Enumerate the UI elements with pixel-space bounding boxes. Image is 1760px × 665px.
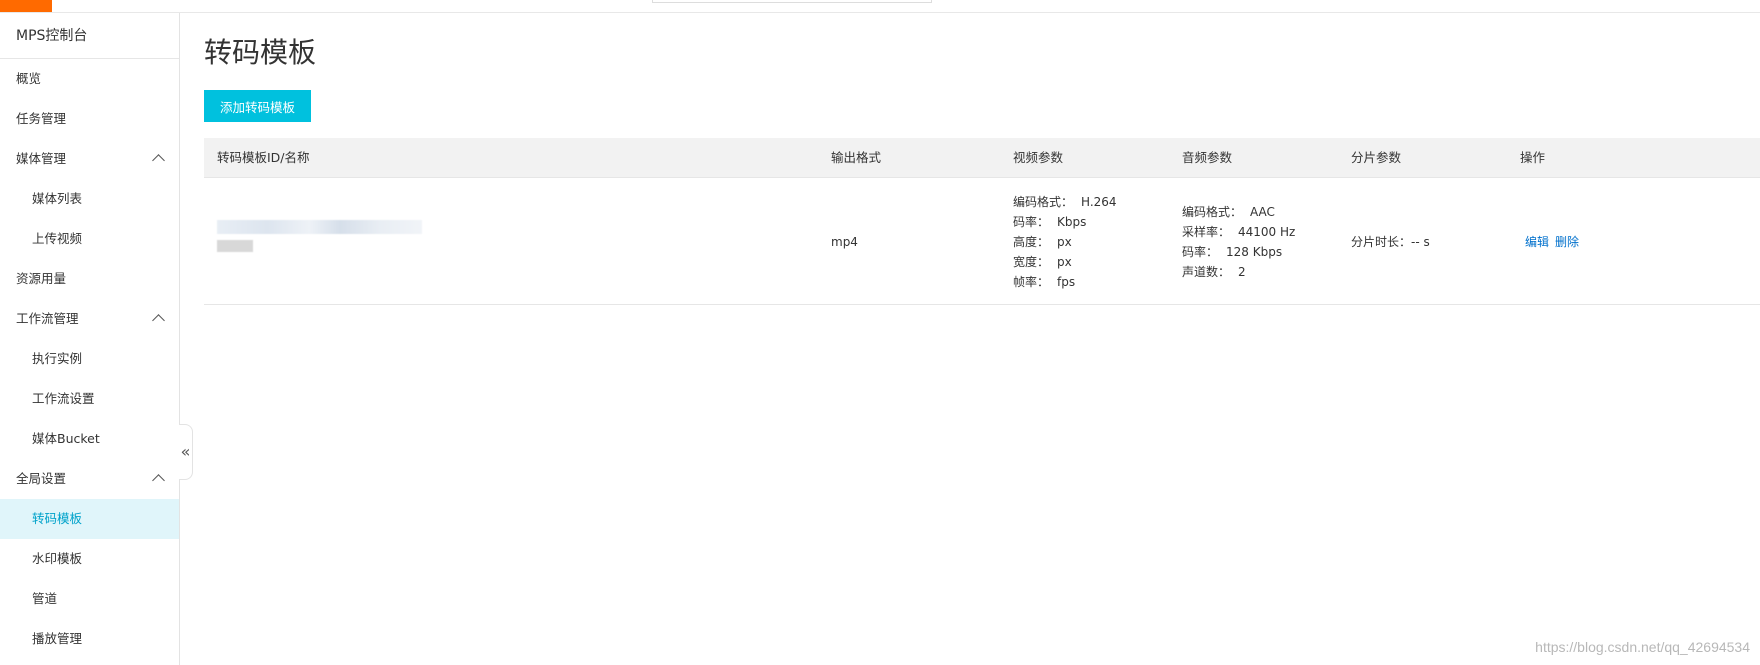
column-header-template-id: 转码模板ID/名称: [217, 150, 310, 165]
sidebar-item-label: 全局设置: [16, 471, 67, 486]
sidebar-item-label: 工作流管理: [16, 311, 79, 326]
sidebar-item-label: 播放管理: [32, 631, 83, 646]
chevron-up-icon: [152, 474, 165, 487]
top-bar: [0, 0, 1760, 13]
chevron-up-icon: [152, 154, 165, 167]
sidebar-item-global-settings[interactable]: 全局设置: [0, 459, 179, 499]
column-header-segment-params: 分片参数: [1351, 150, 1402, 165]
output-format-value: mp4: [831, 235, 858, 249]
param-value: px: [1057, 235, 1072, 249]
audio-param-codec: 编码格式： AAC: [1182, 202, 1295, 222]
param-label: 声道数：: [1182, 265, 1231, 279]
sidebar-item-label: 上传视频: [32, 231, 83, 246]
param-value: Kbps: [1057, 215, 1087, 229]
param-label: 帧率：: [1013, 275, 1050, 289]
segment-params-cell: 分片时长：-- s: [1351, 232, 1430, 252]
param-value: fps: [1057, 275, 1076, 289]
sidebar-item-resource-usage[interactable]: 资源用量: [0, 259, 179, 299]
actions-cell: 编辑 删除: [1525, 232, 1585, 252]
audio-param-samplerate: 采样率： 44100 Hz: [1182, 222, 1295, 242]
sidebar-item-label: 媒体管理: [16, 151, 67, 166]
delete-link[interactable]: 删除: [1555, 235, 1579, 249]
sidebar-item-label: 水印模板: [32, 551, 83, 566]
top-search-input[interactable]: [652, 0, 932, 3]
main-content: 转码模板 添加转码模板 转码模板ID/名称 输出格式 视频参数 音频参数 分片参…: [181, 13, 1760, 665]
sidebar-item-label: 媒体列表: [32, 191, 83, 206]
segment-duration: 分片时长：-- s: [1351, 235, 1430, 249]
param-value: AAC: [1250, 205, 1275, 219]
sidebar-item-playback-management[interactable]: 播放管理: [0, 619, 179, 659]
audio-param-channels: 声道数： 2: [1182, 262, 1295, 282]
video-param-width: 宽度： px: [1013, 252, 1117, 272]
param-value: 44100 Hz: [1238, 225, 1296, 239]
sidebar-item-label: 媒体Bucket: [32, 431, 100, 446]
column-header-output-format: 输出格式: [831, 150, 882, 165]
param-label: 宽度：: [1013, 255, 1050, 269]
sidebar-item-label: 转码模板: [32, 511, 83, 526]
param-label: 采样率：: [1182, 225, 1231, 239]
video-param-height: 高度： px: [1013, 232, 1117, 252]
sidebar-item-label: 执行实例: [32, 351, 83, 366]
sidebar-item-media-management[interactable]: 媒体管理: [0, 139, 179, 179]
sidebar: MPS控制台 概览 任务管理 媒体管理 媒体列表 上传视频 资源用量 工作流管理…: [0, 13, 180, 665]
add-transcode-template-button[interactable]: 添加转码模板: [204, 90, 311, 122]
actions-line: 编辑 删除: [1525, 232, 1585, 252]
sidebar-item-label: 管道: [32, 591, 58, 606]
edit-link[interactable]: 编辑: [1525, 235, 1549, 249]
param-label: 编码格式：: [1182, 205, 1243, 219]
sidebar-item-execution-instances[interactable]: 执行实例: [0, 339, 179, 379]
param-label: 码率：: [1013, 215, 1050, 229]
sidebar-item-label: 工作流设置: [32, 391, 95, 406]
watermark-text: https://blog.csdn.net/qq_42694534: [1535, 639, 1750, 655]
sidebar-item-overview[interactable]: 概览: [0, 59, 179, 99]
param-label: 高度：: [1013, 235, 1050, 249]
param-value: px: [1057, 255, 1072, 269]
transcode-template-table: 转码模板ID/名称 输出格式 视频参数 音频参数 分片参数 操作 mp4 编码格…: [204, 138, 1760, 305]
table-header: 转码模板ID/名称 输出格式 视频参数 音频参数 分片参数 操作: [204, 138, 1760, 178]
sidebar-item-task-management[interactable]: 任务管理: [0, 99, 179, 139]
video-param-codec: 编码格式： H.264: [1013, 192, 1117, 212]
output-format-cell: mp4: [831, 232, 858, 252]
sidebar-title: MPS控制台: [0, 13, 179, 59]
video-params-cell: 编码格式： H.264 码率： Kbps 高度： px 宽度： px 帧率： fps: [1013, 192, 1117, 292]
sidebar-item-label: 任务管理: [16, 111, 67, 126]
sidebar-item-pipelines[interactable]: 管道: [0, 579, 179, 619]
param-value: 128 Kbps: [1226, 245, 1283, 259]
sidebar-item-transcode-templates[interactable]: 转码模板: [0, 499, 179, 539]
sidebar-item-media-bucket[interactable]: 媒体Bucket: [0, 419, 179, 459]
page-title: 转码模板: [204, 36, 317, 69]
audio-params-cell: 编码格式： AAC 采样率： 44100 Hz 码率： 128 Kbps 声道数： 2: [1182, 202, 1295, 282]
audio-param-bitrate: 码率： 128 Kbps: [1182, 242, 1295, 262]
table-row: mp4 编码格式： H.264 码率： Kbps 高度： px 宽度： px 帧率： fp…: [204, 178, 1760, 305]
sidebar-item-workflow-settings[interactable]: 工作流设置: [0, 379, 179, 419]
redacted-template-name: [217, 240, 253, 252]
redacted-template-id: [217, 220, 422, 234]
chevron-up-icon: [152, 314, 165, 327]
param-label: 编码格式：: [1013, 195, 1074, 209]
video-param-framerate: 帧率： fps: [1013, 272, 1117, 292]
param-value: H.264: [1081, 195, 1117, 209]
param-label: 码率：: [1182, 245, 1219, 259]
column-header-actions: 操作: [1520, 150, 1546, 165]
column-header-audio-params: 音频参数: [1182, 150, 1233, 165]
sidebar-item-media-list[interactable]: 媒体列表: [0, 179, 179, 219]
sidebar-item-workflow-management[interactable]: 工作流管理: [0, 299, 179, 339]
video-param-bitrate: 码率： Kbps: [1013, 212, 1117, 232]
param-value: 2: [1238, 265, 1246, 279]
sidebar-item-label: 概览: [16, 71, 42, 86]
brand-logo[interactable]: [0, 0, 52, 12]
sidebar-item-label: 资源用量: [16, 271, 67, 286]
sidebar-item-upload-video[interactable]: 上传视频: [0, 219, 179, 259]
column-header-video-params: 视频参数: [1013, 150, 1064, 165]
sidebar-item-watermark-templates[interactable]: 水印模板: [0, 539, 179, 579]
